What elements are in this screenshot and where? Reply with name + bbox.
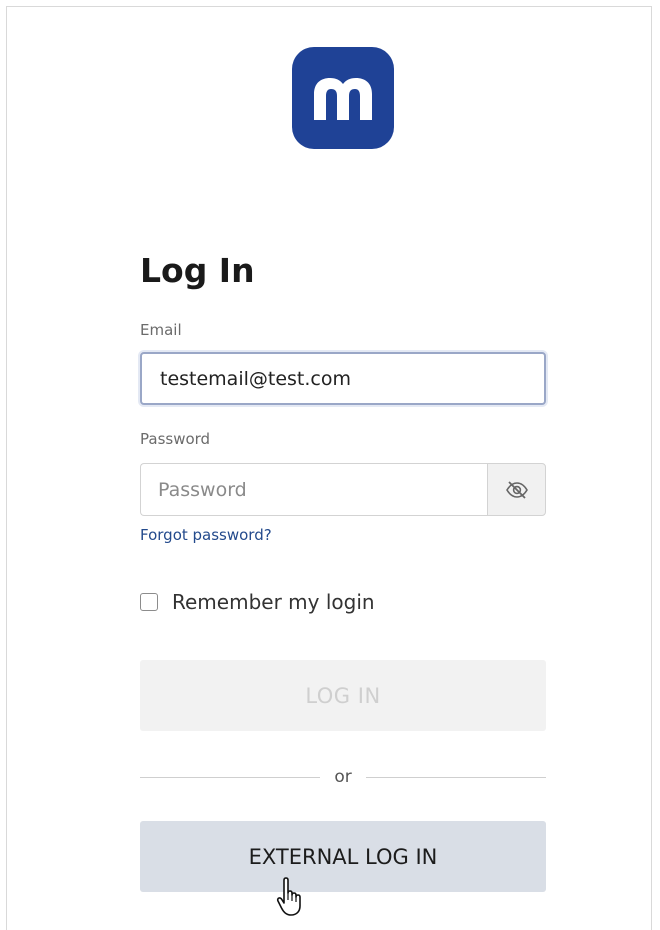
- page-frame: Log In Email Password Forgot password? R…: [6, 6, 652, 930]
- page-title: Log In: [140, 251, 255, 290]
- forgot-password-link[interactable]: Forgot password?: [140, 525, 272, 545]
- email-field-wrapper: [140, 352, 546, 405]
- divider-line-left: [140, 776, 321, 778]
- email-field[interactable]: [142, 354, 544, 403]
- show-password-button[interactable]: [487, 463, 546, 516]
- or-divider: or: [140, 765, 547, 789]
- remember-login-checkbox[interactable]: [140, 593, 158, 611]
- password-field[interactable]: [140, 463, 487, 516]
- hand-pointer-icon: [276, 877, 301, 916]
- login-button[interactable]: LOG IN: [140, 660, 546, 731]
- eye-slash-icon: [505, 480, 528, 499]
- m-logo-icon: [292, 47, 394, 149]
- remember-login-label: Remember my login: [172, 590, 375, 614]
- remember-login-row[interactable]: Remember my login: [140, 590, 375, 614]
- password-label: Password: [140, 430, 211, 448]
- divider-text: or: [334, 767, 352, 787]
- email-label: Email: [140, 321, 182, 339]
- divider-line-right: [365, 776, 547, 778]
- password-field-group: [140, 463, 546, 516]
- external-login-button[interactable]: EXTERNAL LOG IN: [140, 821, 546, 892]
